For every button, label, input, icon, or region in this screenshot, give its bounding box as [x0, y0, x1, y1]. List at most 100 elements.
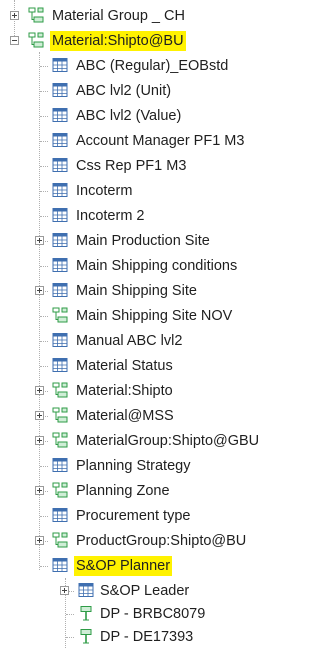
node-label: Main Shipping conditions — [76, 258, 238, 274]
hierarchy-icon — [28, 32, 44, 48]
tree-node-css-rep-pf1-m3[interactable]: Css Rep PF1 M3 — [0, 155, 303, 177]
tree-connector — [40, 116, 48, 117]
hierarchy-icon — [52, 307, 68, 323]
node-label: Material:Shipto — [76, 383, 173, 399]
tree-connector — [40, 466, 48, 467]
expand-toggle[interactable] — [35, 286, 44, 295]
node-label: Procurement type — [76, 508, 191, 524]
tree-node-material-group-ch[interactable]: Material Group _ CH — [0, 5, 303, 27]
hierarchy-icon — [52, 432, 68, 448]
node-label: Manual ABC lvl2 — [76, 333, 183, 349]
tree-node-main-shipping-site[interactable]: Main Shipping Site — [0, 280, 303, 302]
node-label: Material:Shipto@BU — [50, 31, 186, 51]
member-icon — [80, 629, 92, 644]
tree-node-material-mss[interactable]: Material@MSS — [0, 405, 303, 427]
attribute-tree: Material Group _ CH Material:Shipto@BU A… — [0, 0, 303, 654]
tree-connector — [40, 266, 48, 267]
node-label: Incoterm 2 — [76, 208, 145, 224]
node-label: MaterialGroup:Shipto@GBU — [76, 433, 260, 449]
node-label: DP - DE17393 — [100, 629, 194, 645]
hierarchy-icon — [52, 482, 68, 498]
tree-node-s-op-leader[interactable]: S&OP Leader — [0, 580, 303, 602]
tree-connector — [40, 341, 48, 342]
tree-node-material-shipto[interactable]: Material:Shipto — [0, 380, 303, 402]
expand-toggle[interactable] — [35, 236, 44, 245]
node-label: Incoterm — [76, 183, 133, 199]
attribute-table-icon — [52, 508, 68, 522]
attribute-table-icon — [52, 358, 68, 372]
tree-node-abc-lvl2-value[interactable]: ABC lvl2 (Value) — [0, 105, 303, 127]
tree-connector — [40, 141, 48, 142]
tree-node-abc-regular-eobstd[interactable]: ABC (Regular)_EOBstd — [0, 55, 303, 77]
tree-node-planning-strategy[interactable]: Planning Strategy — [0, 455, 303, 477]
tree-connector — [40, 366, 48, 367]
attribute-table-icon — [52, 233, 68, 247]
tree-node-main-shipping-conditions[interactable]: Main Shipping conditions — [0, 255, 303, 277]
tree-node-main-production-site[interactable]: Main Production Site — [0, 230, 303, 252]
attribute-table-icon — [52, 333, 68, 347]
hierarchy-icon — [52, 532, 68, 548]
node-label: DP - BRBC8079 — [100, 606, 206, 622]
node-label: ABC lvl2 (Value) — [76, 108, 182, 124]
hierarchy-icon — [52, 382, 68, 398]
node-label: ABC lvl2 (Unit) — [76, 83, 172, 99]
attribute-table-icon — [52, 133, 68, 147]
tree-connector — [40, 566, 48, 567]
tree-node-planning-zone[interactable]: Planning Zone — [0, 480, 303, 502]
tree-node-incoterm-2[interactable]: Incoterm 2 — [0, 205, 303, 227]
attribute-table-icon — [52, 208, 68, 222]
tree-node-productgroup-shipto-bu[interactable]: ProductGroup:Shipto@BU — [0, 530, 303, 552]
tree-node-abc-lvl2-unit[interactable]: ABC lvl2 (Unit) — [0, 80, 303, 102]
node-label: Planning Zone — [76, 483, 170, 499]
node-label: ABC (Regular)_EOBstd — [76, 58, 229, 74]
attribute-table-icon — [52, 458, 68, 472]
node-label: Material Status — [76, 358, 173, 374]
node-label: Css Rep PF1 M3 — [76, 158, 187, 174]
tree-node-procurement-type[interactable]: Procurement type — [0, 505, 303, 527]
attribute-table-icon — [52, 283, 68, 297]
tree-node-incoterm[interactable]: Incoterm — [0, 180, 303, 202]
tree-connector — [40, 516, 48, 517]
attribute-table-icon — [52, 183, 68, 197]
attribute-table-icon — [52, 58, 68, 72]
tree-connector — [66, 614, 74, 615]
node-label: Account Manager PF1 M3 — [76, 133, 245, 149]
tree-connector — [40, 166, 48, 167]
attribute-table-icon — [78, 583, 94, 597]
tree-node-dp-brbc8079[interactable]: DP - BRBC8079 — [0, 603, 303, 625]
tree-node-manual-abc-lvl2[interactable]: Manual ABC lvl2 — [0, 330, 303, 352]
expand-toggle[interactable] — [60, 586, 69, 595]
collapse-toggle[interactable] — [10, 36, 19, 45]
tree-connector — [40, 316, 48, 317]
tree-connector — [40, 216, 48, 217]
attribute-table-icon — [52, 558, 68, 572]
expand-toggle[interactable] — [35, 411, 44, 420]
tree-connector — [66, 637, 74, 638]
tree-node-main-shipping-site-nov[interactable]: Main Shipping Site NOV — [0, 305, 303, 327]
tree-node-materialgroup-shipto-gbu[interactable]: MaterialGroup:Shipto@GBU — [0, 430, 303, 452]
node-label: Planning Strategy — [76, 458, 191, 474]
expand-toggle[interactable] — [35, 436, 44, 445]
node-label: Material Group _ CH — [52, 8, 185, 24]
tree-node-s-op-planner[interactable]: S&OP Planner — [0, 555, 303, 577]
attribute-table-icon — [52, 258, 68, 272]
node-label: Material@MSS — [76, 408, 174, 424]
tree-node-dp-de17393[interactable]: DP - DE17393 — [0, 626, 303, 648]
tree-connector — [40, 91, 48, 92]
tree-connector — [40, 191, 48, 192]
node-label: S&OP Leader — [100, 583, 190, 599]
tree-connector — [40, 66, 48, 67]
tree-node-material-status[interactable]: Material Status — [0, 355, 303, 377]
member-icon — [80, 606, 92, 621]
node-label: ProductGroup:Shipto@BU — [76, 533, 247, 549]
attribute-table-icon — [52, 108, 68, 122]
expand-toggle[interactable] — [10, 11, 19, 20]
expand-toggle[interactable] — [35, 486, 44, 495]
hierarchy-icon — [28, 7, 44, 23]
expand-toggle[interactable] — [35, 386, 44, 395]
tree-node-account-manager-pf1-m3[interactable]: Account Manager PF1 M3 — [0, 130, 303, 152]
tree-node-material-shipto-bu[interactable]: Material:Shipto@BU — [0, 30, 303, 52]
node-label: Main Shipping Site NOV — [76, 308, 233, 324]
node-label: Main Production Site — [76, 233, 210, 249]
expand-toggle[interactable] — [35, 536, 44, 545]
